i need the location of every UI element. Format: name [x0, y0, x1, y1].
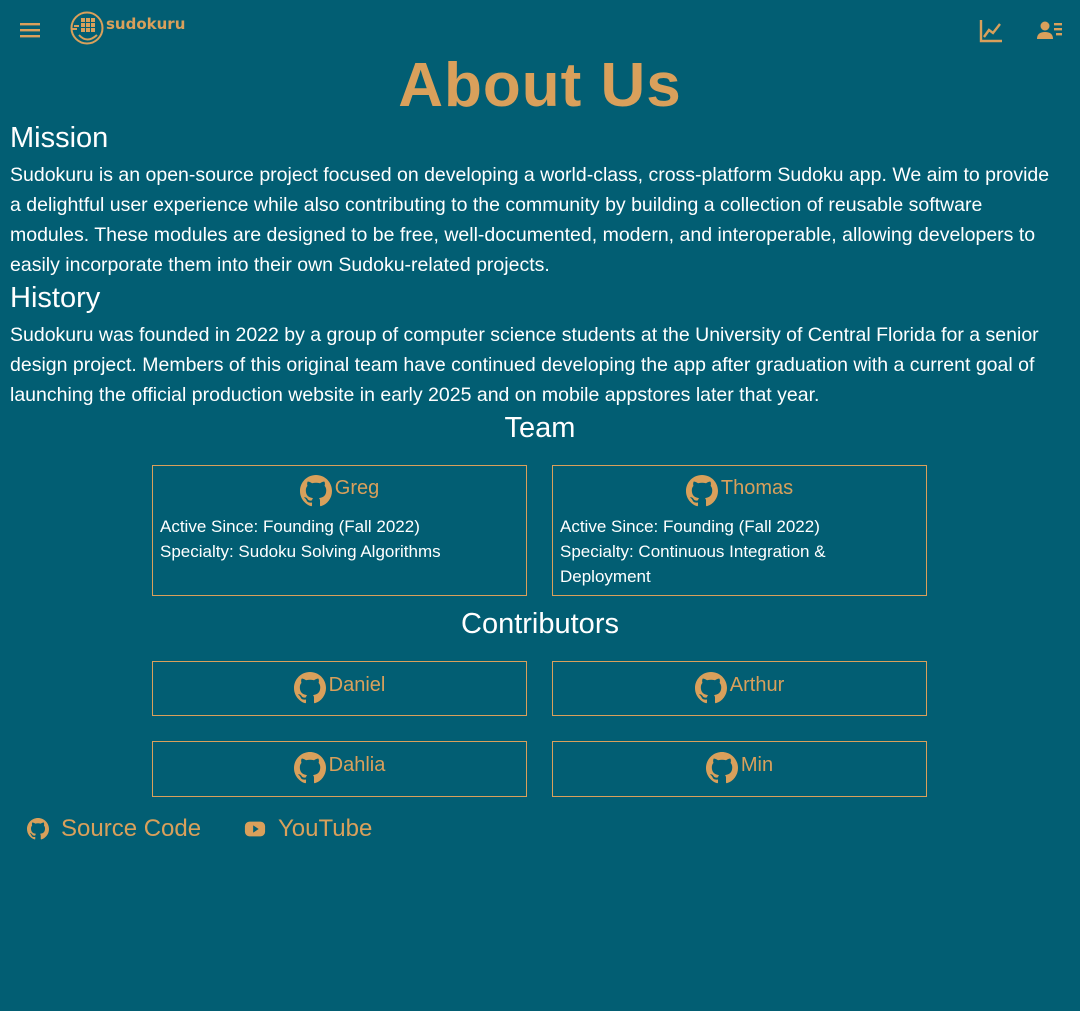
profile-button[interactable] — [1037, 18, 1063, 44]
history-text: Sudokuru was founded in 2022 by a group … — [10, 324, 1039, 406]
github-icon — [293, 672, 326, 704]
history-heading: History — [10, 282, 101, 314]
mission-text: Sudokuru is an open-source project focus… — [10, 164, 1050, 276]
github-icon — [705, 752, 738, 784]
youtube-link[interactable]: YouTube — [244, 815, 372, 843]
source-code-link[interactable]: Source Code — [27, 815, 201, 843]
hamburger-menu-icon — [20, 23, 40, 38]
github-icon — [27, 818, 49, 840]
github-icon — [293, 752, 326, 784]
team-member-github-link[interactable]: Greg — [335, 477, 379, 500]
contributor-card: Min — [552, 741, 927, 797]
home-logo[interactable]: sudokuru — [70, 10, 185, 46]
contributor-card: Dahlia — [152, 741, 527, 797]
github-icon — [685, 475, 718, 507]
team-heading: Team — [504, 412, 576, 444]
github-icon — [299, 475, 332, 507]
statistics-button[interactable] — [978, 18, 1004, 44]
active-since-text: Active Since: Founding (Fall 2022) — [560, 517, 820, 536]
user-profile-icon — [1037, 21, 1062, 39]
menu-button[interactable] — [18, 18, 42, 42]
page-title: About Us — [398, 51, 682, 120]
contributor-github-link[interactable]: Arthur — [730, 674, 784, 697]
specialty-text: Specialty: Sudoku Solving Algorithms — [160, 542, 441, 561]
contributors-heading: Contributors — [461, 608, 619, 640]
team-member-card: Thomas Active Since: Founding (Fall 2022… — [552, 465, 927, 596]
github-icon — [694, 672, 727, 704]
sudokuru-logo-icon — [70, 11, 104, 45]
mission-heading: Mission — [10, 122, 109, 154]
contributor-github-link[interactable]: Min — [741, 754, 773, 777]
contributor-card: Daniel — [152, 661, 527, 716]
line-chart-icon — [979, 20, 1002, 43]
specialty-text: Specialty: Continuous Integration & Depl… — [560, 542, 826, 586]
team-member-github-link[interactable]: Thomas — [721, 477, 793, 500]
contributor-github-link[interactable]: Dahlia — [329, 754, 386, 777]
youtube-icon — [244, 821, 266, 837]
contributor-github-link[interactable]: Daniel — [329, 674, 386, 697]
contributor-card: Arthur — [552, 661, 927, 716]
active-since-text: Active Since: Founding (Fall 2022) — [160, 517, 420, 536]
source-code-label: Source Code — [61, 815, 202, 842]
logo-text: sudokuru — [106, 15, 186, 33]
team-member-card: Greg Active Since: Founding (Fall 2022) … — [152, 465, 527, 596]
youtube-label: YouTube — [278, 815, 373, 842]
